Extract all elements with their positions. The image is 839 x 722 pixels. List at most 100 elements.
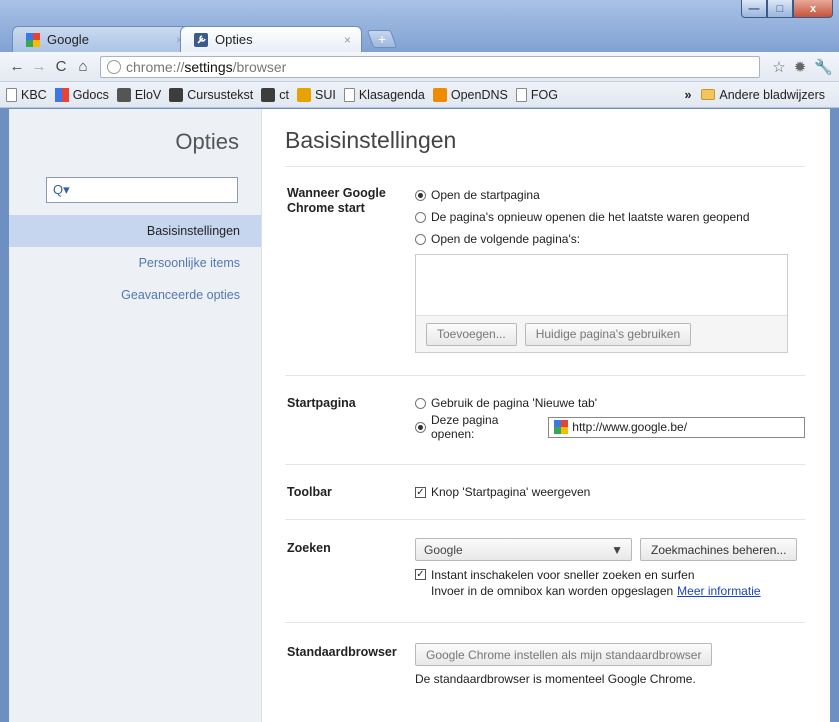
back-arrow-icon[interactable]: ← [6,58,28,75]
minimize-button[interactable]: — [741,0,767,18]
radio-unselected[interactable] [415,211,426,223]
bookmark-label: Klasagenda [358,87,425,102]
star-icon[interactable]: ☆ [772,58,785,76]
settings-search-input[interactable]: Q▾ [46,177,238,203]
bookmark-elov[interactable]: EloV [116,87,162,102]
show-home-button-option[interactable]: ✓ Knop 'Startpagina' weergeven [415,481,805,503]
radio-selected[interactable] [415,189,426,201]
homepage-option-url[interactable]: Deze pagina openen: http://www.google.be… [415,413,805,441]
settings-page: Opties Q▾ Basisinstellingen Persoonlijke… [9,109,830,722]
use-current-pages-button[interactable]: Huidige pagina's gebruiken [524,322,692,346]
book-icon [169,87,184,102]
tab-opties[interactable]: Opties × [180,26,362,52]
radio-unselected[interactable] [415,397,426,409]
bookmark-klasagenda[interactable]: Klasagenda [343,87,425,102]
bookmark-label: ct [279,87,289,102]
bookmark-label: FOG [530,87,558,102]
page-icon [6,87,17,102]
bookmark-label: EloV [134,87,162,102]
page-info-icon[interactable] [107,59,121,74]
bookmark-kbc[interactable]: KBC [6,87,47,102]
search-engine-select[interactable]: Google ▼ [415,538,632,561]
maximize-button[interactable]: □ [767,0,793,18]
toolbar-section: Toolbar ✓ Knop 'Startpagina' weergeven [285,465,805,520]
bookmark-label: Gdocs [72,87,109,102]
startup-label: Wanneer Google Chrome start [287,186,386,215]
settings-main: Basisinstellingen Wanneer Google Chrome … [285,109,805,703]
extension-icon[interactable]: ✹ [794,58,807,76]
checkbox-checked[interactable]: ✓ [415,486,426,498]
homepage-url-input[interactable]: http://www.google.be/ [548,416,805,438]
startup-option-pages[interactable]: Open de volgende pagina's: [415,228,805,250]
url-host: settings [184,58,233,75]
opendns-icon [432,87,447,102]
instant-note: Invoer in de omnibox kan worden opgeslag… [415,583,805,599]
option-label: De pagina's opnieuw openen die het laats… [431,210,750,224]
sidebar-item-basisinstellingen[interactable]: Basisinstellingen [9,215,261,247]
instant-option[interactable]: ✓ Instant inschakelen voor sneller zoeken… [415,566,805,583]
title-bar: — □ x Google × Opties × + [0,0,839,56]
dropdown-arrow-icon: ▼ [611,542,623,557]
tab-title: Opties [215,32,253,47]
homepage-url-value: http://www.google.be/ [572,420,688,434]
bookmarks-overflow-chevron-icon[interactable]: » [684,88,691,102]
other-bookmarks-folder[interactable]: Andere bladwijzers [701,88,825,102]
option-label: Open de volgende pagina's: [431,232,581,246]
settings-sidebar: Opties Q▾ Basisinstellingen Persoonlijke… [9,109,262,722]
more-info-link[interactable]: Meer informatie [677,584,760,598]
note-text: Invoer in de omnibox kan worden opgeslag… [431,584,674,598]
bookmarks-bar: KBC Gdocs EloV Cursustekst ct SUI Klasag… [0,82,839,108]
reload-icon[interactable]: C [50,58,72,75]
add-page-button[interactable]: Toevoegen... [426,322,517,346]
close-window-button[interactable]: x [793,0,833,18]
startup-pages-buttons: Toevoegen... Huidige pagina's gebruiken [416,315,787,352]
home-icon[interactable]: ⌂ [72,58,94,75]
bookmark-cursustekst[interactable]: Cursustekst [169,87,253,102]
google-favicon-icon [26,32,40,47]
navigation-toolbar: ← → C ⌂ chrome://settings/browser ☆ ✹ 🔧 [0,52,839,82]
option-label: Knop 'Startpagina' weergeven [431,485,591,499]
homepage-option-newtab[interactable]: Gebruik de pagina 'Nieuwe tab' [415,392,805,414]
selected-engine: Google [424,542,463,557]
sidebar-item-geavanceerde-opties[interactable]: Geavanceerde opties [9,279,261,311]
sidebar-item-persoonlijke-items[interactable]: Persoonlijke items [9,247,261,279]
toolbar-label: Toolbar [287,485,332,499]
close-tab-icon[interactable]: × [344,33,351,47]
plus-icon: + [377,31,387,47]
radio-unselected[interactable] [415,233,426,245]
checkbox-checked[interactable]: ✓ [415,569,426,580]
homepage-label: Startpagina [287,396,356,410]
bookmark-ct[interactable]: ct [261,87,289,102]
option-label: Instant inschakelen voor sneller zoeken … [431,567,695,582]
book-icon [261,87,276,102]
new-tab-button[interactable]: + [366,30,398,48]
tab-google[interactable]: Google × [12,26,194,52]
wrench-icon[interactable]: 🔧 [814,58,833,76]
search-label: Zoeken [287,541,331,555]
startup-option-homepage[interactable]: Open de startpagina [415,184,805,206]
bookmark-gdocs[interactable]: Gdocs [54,87,109,102]
bookmark-sui[interactable]: SUI [296,87,336,102]
radio-selected[interactable] [415,421,426,433]
manage-search-engines-button[interactable]: Zoekmachines beheren... [640,538,798,561]
startup-option-restore[interactable]: De pagina's opnieuw openen die het laats… [415,206,805,228]
homepage-section: Startpagina Gebruik de pagina 'Nieuwe ta… [285,376,805,465]
elov-icon [116,87,131,102]
startup-pages-list[interactable]: Toevoegen... Huidige pagina's gebruiken [415,254,788,353]
search-icon: Q▾ [53,182,70,197]
toolbar-right: ☆ ✹ 🔧 [772,58,833,76]
google-icon [54,87,69,102]
default-browser-section: Standaardbrowser Google Chrome instellen… [285,623,805,703]
omnibox[interactable]: chrome://settings/browser [100,55,761,78]
bookmark-label: OpenDNS [450,87,508,102]
page-title: Basisinstellingen [285,127,805,167]
url-path: /browser [232,58,287,75]
set-default-browser-button[interactable]: Google Chrome instellen als mijn standaa… [415,643,713,666]
startup-section: Wanneer Google Chrome start Open de star… [285,167,805,376]
tab-title: Google [47,32,89,47]
forward-arrow-icon[interactable]: → [28,58,50,75]
bookmark-fog[interactable]: FOG [515,87,558,102]
option-label: Deze pagina openen: [431,413,499,441]
bookmark-opendns[interactable]: OpenDNS [432,87,508,102]
folder-icon [701,89,716,100]
